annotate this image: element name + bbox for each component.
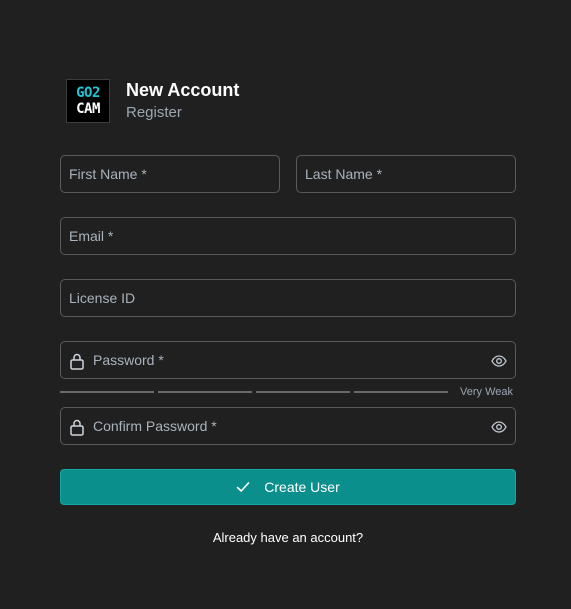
register-page: GO2 CAM New Account Register First Name … bbox=[0, 0, 571, 609]
go2cam-logo: GO2 CAM bbox=[66, 79, 110, 123]
last-name-input[interactable] bbox=[297, 156, 515, 192]
email-field[interactable] bbox=[60, 217, 516, 255]
brand-text: New Account Register bbox=[126, 79, 239, 123]
password-field[interactable] bbox=[60, 341, 516, 379]
confirm-password-field[interactable] bbox=[60, 407, 516, 445]
lock-icon bbox=[70, 419, 84, 436]
page-title: New Account bbox=[126, 80, 240, 100]
license-id-field[interactable] bbox=[60, 279, 516, 317]
confirm-password-input[interactable] bbox=[61, 408, 515, 444]
last-name-field[interactable] bbox=[296, 155, 516, 193]
page-subtitle: Register bbox=[126, 104, 182, 121]
strength-segment bbox=[158, 391, 252, 393]
logo-top-text: GO2 bbox=[76, 85, 100, 101]
create-user-label: Create User bbox=[264, 479, 340, 495]
eye-icon[interactable] bbox=[491, 353, 507, 369]
strength-segment bbox=[60, 391, 154, 393]
brand-header: GO2 CAM New Account Register bbox=[66, 79, 239, 123]
strength-segment bbox=[256, 391, 350, 393]
logo-bottom-text: CAM bbox=[76, 101, 100, 117]
email-input[interactable] bbox=[61, 218, 515, 254]
create-user-button[interactable]: Create User bbox=[60, 469, 516, 505]
password-input[interactable] bbox=[61, 342, 515, 378]
strength-segment bbox=[354, 391, 448, 393]
check-icon bbox=[236, 482, 250, 492]
eye-icon[interactable] bbox=[491, 419, 507, 435]
login-link[interactable]: Already have an account? bbox=[0, 530, 571, 545]
first-name-field[interactable] bbox=[60, 155, 280, 193]
strength-label: Very Weak bbox=[460, 386, 513, 398]
lock-icon bbox=[70, 353, 84, 370]
password-strength-meter: Very Weak bbox=[60, 386, 516, 398]
first-name-input[interactable] bbox=[61, 156, 279, 192]
license-id-input[interactable] bbox=[61, 280, 515, 316]
